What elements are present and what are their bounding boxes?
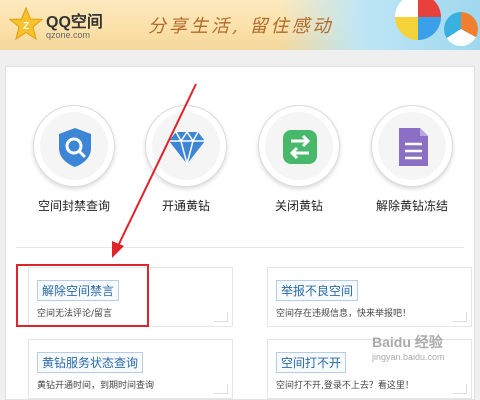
card-title[interactable]: 举报不良空间: [276, 280, 359, 301]
qzone-star-logo-icon[interactable]: Z: [8, 6, 44, 42]
card-desc: 黄钻开通时间，到期时间查询: [37, 381, 155, 391]
header-banner: Z QQ空间 qzone.com 分享生活, 留住感动: [0, 0, 480, 50]
watermark-url: jingyan.baidu.com: [372, 352, 445, 362]
icon-label: 关闭黄钻: [274, 199, 323, 213]
card-corner: [453, 384, 467, 394]
swap-arrows-icon: [283, 130, 317, 164]
icon-item-ban-query[interactable]: 空间封禁查询: [24, 105, 124, 214]
card-corner: [453, 312, 467, 322]
icon-item-unfreeze-vip[interactable]: 解除黄钻冻结: [362, 105, 462, 214]
card-report-space[interactable]: 举报不良空间 空间存在违规信息，快来举报吧！: [267, 267, 472, 327]
section-divider: [16, 247, 464, 248]
card-title[interactable]: 空间打不开: [276, 352, 347, 373]
logo-url: qzone.com: [46, 30, 91, 40]
icon-item-close-vip[interactable]: 关闭黄钻: [249, 105, 349, 214]
card-desc: 空间存在违规信息，快来举报吧！: [276, 309, 412, 319]
baidu-watermark: Baidu 经验 jingyan.baidu.com: [372, 332, 445, 362]
icon-circle[interactable]: [145, 105, 227, 187]
logo-title[interactable]: QQ空间: [46, 8, 103, 32]
card-vip-status[interactable]: 黄钻服务状态查询 黄钻开通时间，到期时间查询: [28, 339, 233, 399]
icon-circle[interactable]: [371, 105, 453, 187]
document-icon: [399, 128, 428, 166]
icon-item-open-vip[interactable]: 开通黄钻: [136, 105, 236, 214]
icon-circle[interactable]: [258, 105, 340, 187]
banner-slogan: 分享生活, 留住感动: [148, 16, 334, 37]
icon-label: 空间封禁查询: [37, 199, 110, 213]
beach-ball-decoration: [444, 12, 478, 46]
icon-label: 开通黄钻: [161, 199, 210, 213]
svg-text:Z: Z: [23, 21, 29, 32]
diamond-icon: [169, 130, 205, 167]
card-corner: [214, 312, 228, 322]
watermark-brand: Baidu 经验: [372, 334, 443, 350]
highlight-box: [16, 264, 149, 327]
icon-circle[interactable]: [33, 105, 115, 187]
card-corner: [214, 384, 228, 394]
card-desc: 空间打不开,登录不上去？看这里！: [276, 381, 414, 391]
icon-label: 解除黄钻冻结: [375, 199, 448, 213]
shield-search-icon: [59, 128, 91, 167]
card-title[interactable]: 黄钻服务状态查询: [37, 352, 144, 373]
